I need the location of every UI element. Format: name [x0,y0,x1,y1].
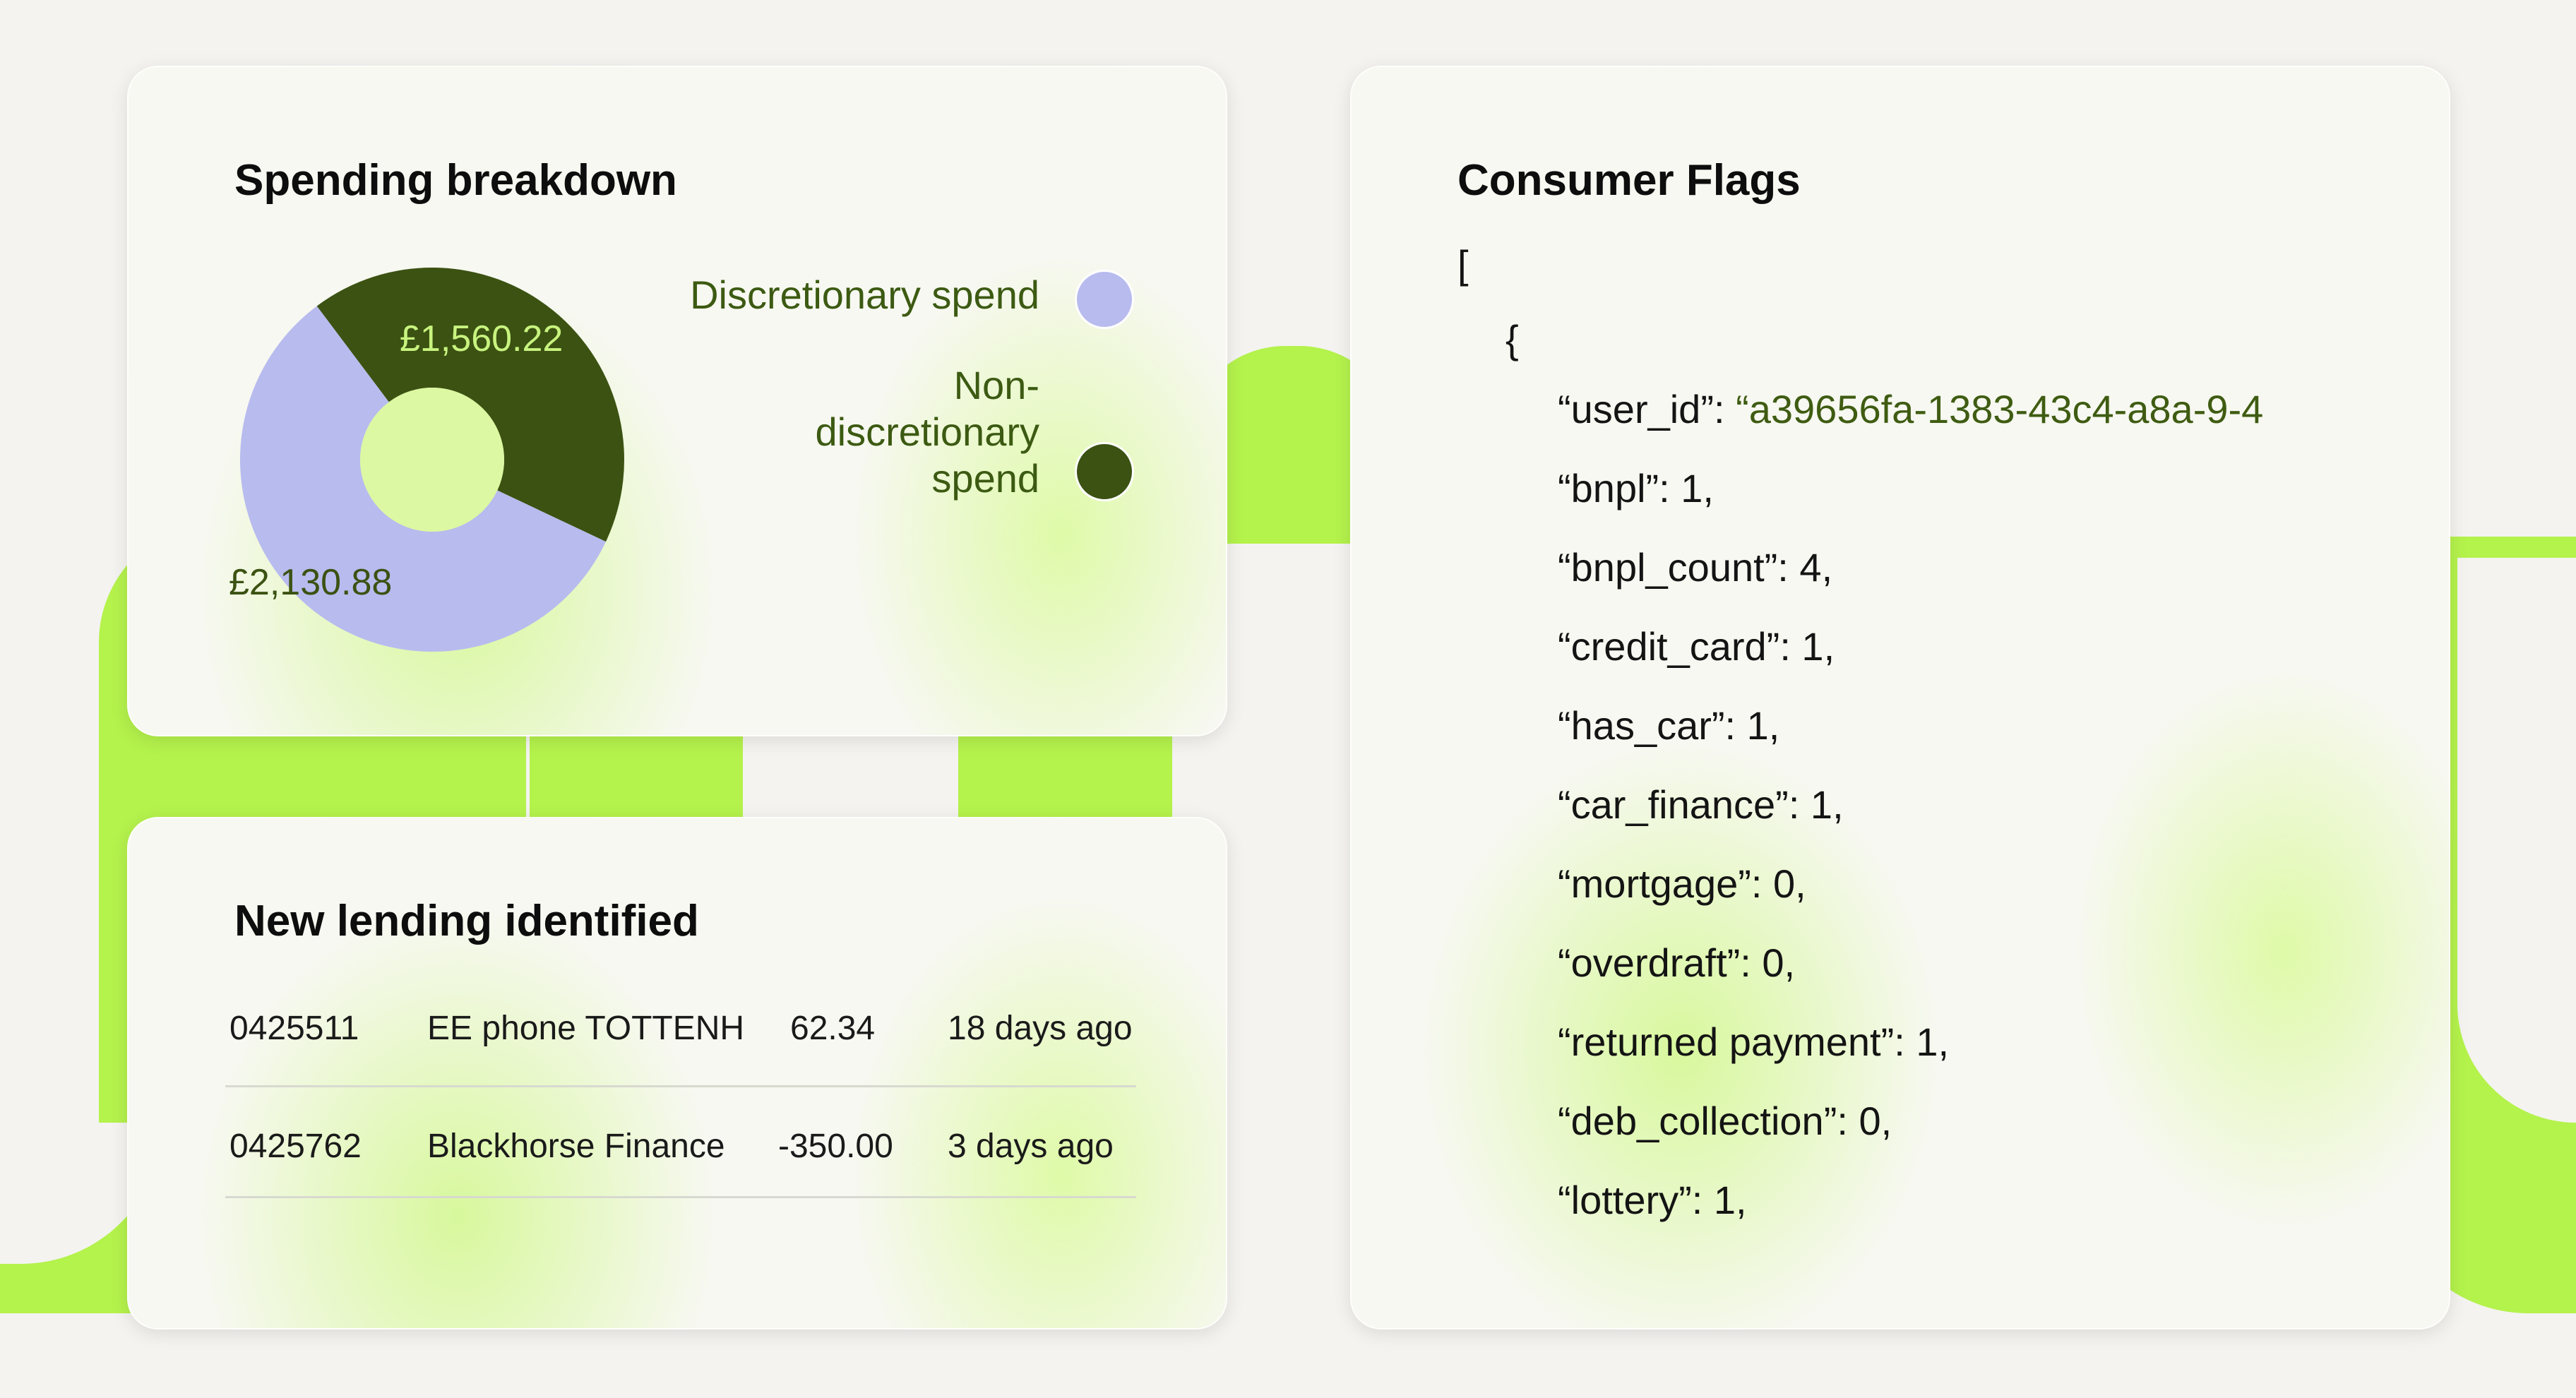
json-flag-line: “overdraft”: 0, [1558,940,1796,985]
lending-row-merchant: Blackhorse Finance [427,1128,725,1165]
lending-row-id: 0425511 [229,1010,359,1047]
json-user-id-value: “a39656fa-1383-43c4-a8a-9-4 [1736,387,2264,431]
new-lending-title: New lending identified [234,897,699,945]
lending-row-amount: 62.34 [790,1010,876,1047]
lending-row-id: 0425762 [229,1128,362,1165]
lending-row-amount: -350.00 [778,1128,893,1165]
lending-row-when: 18 days ago [948,1010,1133,1047]
json-flag-line: “returned payment”: 1, [1558,1020,1950,1064]
json-flag-line: “deb_collection”: 0, [1558,1099,1892,1143]
json-flag-line: “lottery”: 1, [1558,1178,1747,1222]
json-open-brace: { [1505,317,1519,362]
legend-dot-non-discretionary [1075,442,1134,501]
lending-row-merchant: EE phone TOTTENH [427,1010,745,1047]
row-divider [225,1196,1136,1198]
json-user-id-line: “user_id”: “a39656fa-1383-43c4-a8a-9-4 [1558,386,2263,432]
discretionary-value-label: £2,130.88 [229,562,393,603]
json-flag-line: “has_car”: 1, [1558,703,1780,748]
json-open-bracket: [ [1457,242,1469,287]
spending-breakdown-card: Spending breakdown £1,560.22 £2,130.88 D… [127,66,1227,736]
background-cutout-right [2457,558,2576,1123]
legend-dot-discretionary [1075,270,1134,329]
json-flag-line: “car_finance”: 1, [1558,782,1844,827]
consumer-flags-card: Consumer Flags [ { “user_id”: “a39656fa-… [1350,66,2450,1330]
legend-label-discretionary: Discretionary spend [690,273,1039,317]
json-user-id-key: “user_id”: [1558,387,1736,431]
json-flag-line: “bnpl_count”: 4, [1558,545,1833,590]
row-divider [225,1085,1136,1087]
spending-breakdown-title: Spending breakdown [234,156,677,205]
lending-row-when: 3 days ago [948,1128,1114,1165]
new-lending-card: New lending identified 0425511 EE phone … [127,817,1227,1330]
non-discretionary-value-label: £1,560.22 [400,318,564,359]
json-flag-line: “mortgage”: 0, [1558,861,1806,906]
json-flag-line: “bnpl”: 1, [1558,466,1714,510]
donut-hole [360,388,504,532]
json-flag-line: “credit_card”: 1, [1558,624,1835,669]
consumer-flags-title: Consumer Flags [1457,156,1801,205]
legend-label-non-discretionary: Non-discretionary spend [815,363,1039,501]
